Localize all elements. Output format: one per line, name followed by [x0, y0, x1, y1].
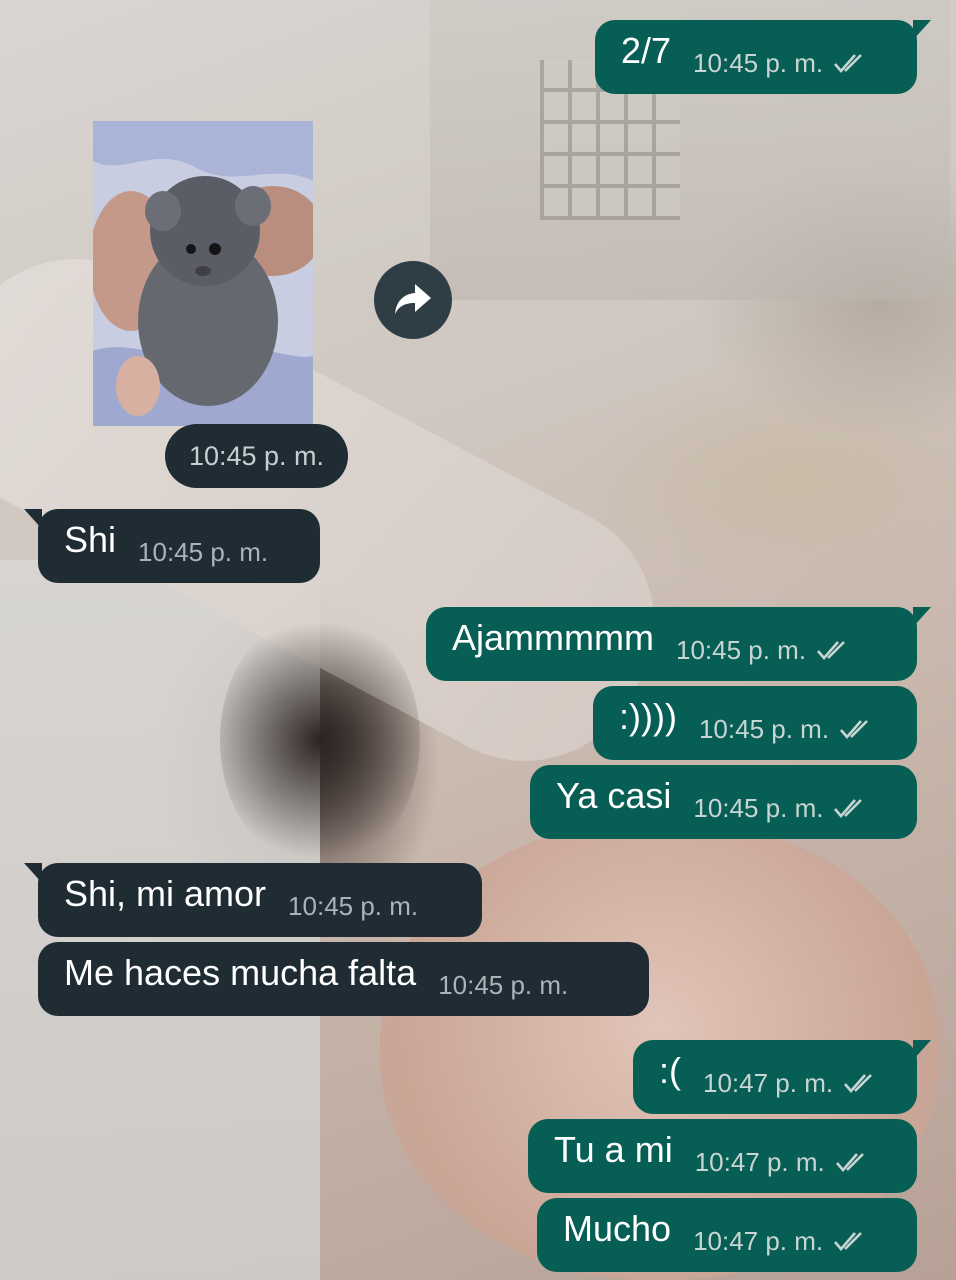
double-check-icon — [835, 1153, 864, 1172]
message-text: Me haces mucha falta — [64, 952, 417, 993]
double-check-icon — [844, 1074, 872, 1093]
double-check-icon — [840, 720, 868, 739]
shared-image[interactable] — [93, 121, 313, 426]
message-time: 10:45 p. m. — [438, 969, 569, 1000]
double-check-icon — [817, 641, 845, 660]
message-bubble-outgoing[interactable]: :( 10:47 p. m. — [633, 1040, 931, 1114]
message-meta: 10:47 p. m. — [693, 1226, 867, 1257]
forward-button[interactable] — [374, 261, 452, 339]
message-bubble-outgoing[interactable]: :)))) 10:45 p. m. — [593, 686, 917, 760]
message-meta: 10:45 p. m. — [288, 891, 418, 922]
message-time: 10:47 p. m. — [703, 1067, 834, 1098]
double-check-icon — [834, 799, 863, 818]
wallpaper-hair — [220, 610, 420, 870]
message-text: Mucho — [563, 1208, 672, 1249]
shared-image-picture — [93, 121, 313, 426]
double-check-icon — [834, 1232, 863, 1251]
message-text: Tu a mi — [554, 1129, 673, 1170]
message-time: 10:45 p. m. — [288, 890, 419, 921]
double-check-icon — [834, 54, 863, 73]
message-time: 10:45 p. m. — [138, 536, 269, 567]
message-text: :( — [659, 1050, 681, 1091]
message-time: 10:47 p. m. — [693, 1225, 824, 1256]
message-meta: 10:45 p. m. — [438, 970, 568, 1001]
message-text: Ajammmmm — [452, 617, 654, 658]
message-bubble-outgoing[interactable]: Ajammmmm 10:45 p. m. — [426, 607, 931, 681]
message-meta: 10:47 p. m. — [703, 1068, 877, 1099]
message-bubble-incoming[interactable]: Me haces mucha falta 10:45 p. m. — [38, 942, 649, 1016]
message-time: 10:45 p. m. — [675, 634, 807, 665]
message-meta: 10:45 p. m. — [693, 48, 867, 79]
message-time: 10:45 p. m. — [693, 47, 824, 78]
message-bubble-incoming[interactable]: Shi 10:45 p. m. — [24, 509, 320, 583]
message-text: Shi, mi amor — [64, 873, 267, 914]
message-meta: 10:45 p. m. — [693, 793, 867, 824]
message-bubble-outgoing[interactable]: Tu a mi 10:47 p. m. — [528, 1119, 917, 1193]
message-text: Shi — [64, 519, 117, 560]
media-time: 10:45 p. m. — [165, 424, 348, 488]
message-bubble-outgoing[interactable]: 2/7 10:45 p. m. — [595, 20, 931, 94]
message-bubble-outgoing[interactable]: Ya casi 10:45 p. m. — [530, 765, 917, 839]
message-meta: 10:45 p. m. — [138, 537, 268, 568]
message-text: 2/7 — [621, 30, 672, 71]
message-text: :)))) — [619, 696, 677, 737]
message-time: 10:45 p. m. — [693, 792, 824, 823]
message-time: 10:47 p. m. — [694, 1146, 825, 1177]
message-bubble-incoming[interactable]: Shi, mi amor 10:45 p. m. — [24, 863, 482, 937]
message-text: Ya casi — [556, 775, 672, 816]
message-meta: 10:45 p. m. — [676, 635, 850, 666]
message-meta: 10:47 p. m. — [695, 1147, 869, 1178]
message-bubble-outgoing[interactable]: Mucho 10:47 p. m. — [537, 1198, 917, 1272]
message-time: 10:45 p. m. — [698, 713, 830, 744]
message-meta: 10:45 p. m. — [699, 714, 873, 745]
forward-icon — [395, 284, 431, 314]
